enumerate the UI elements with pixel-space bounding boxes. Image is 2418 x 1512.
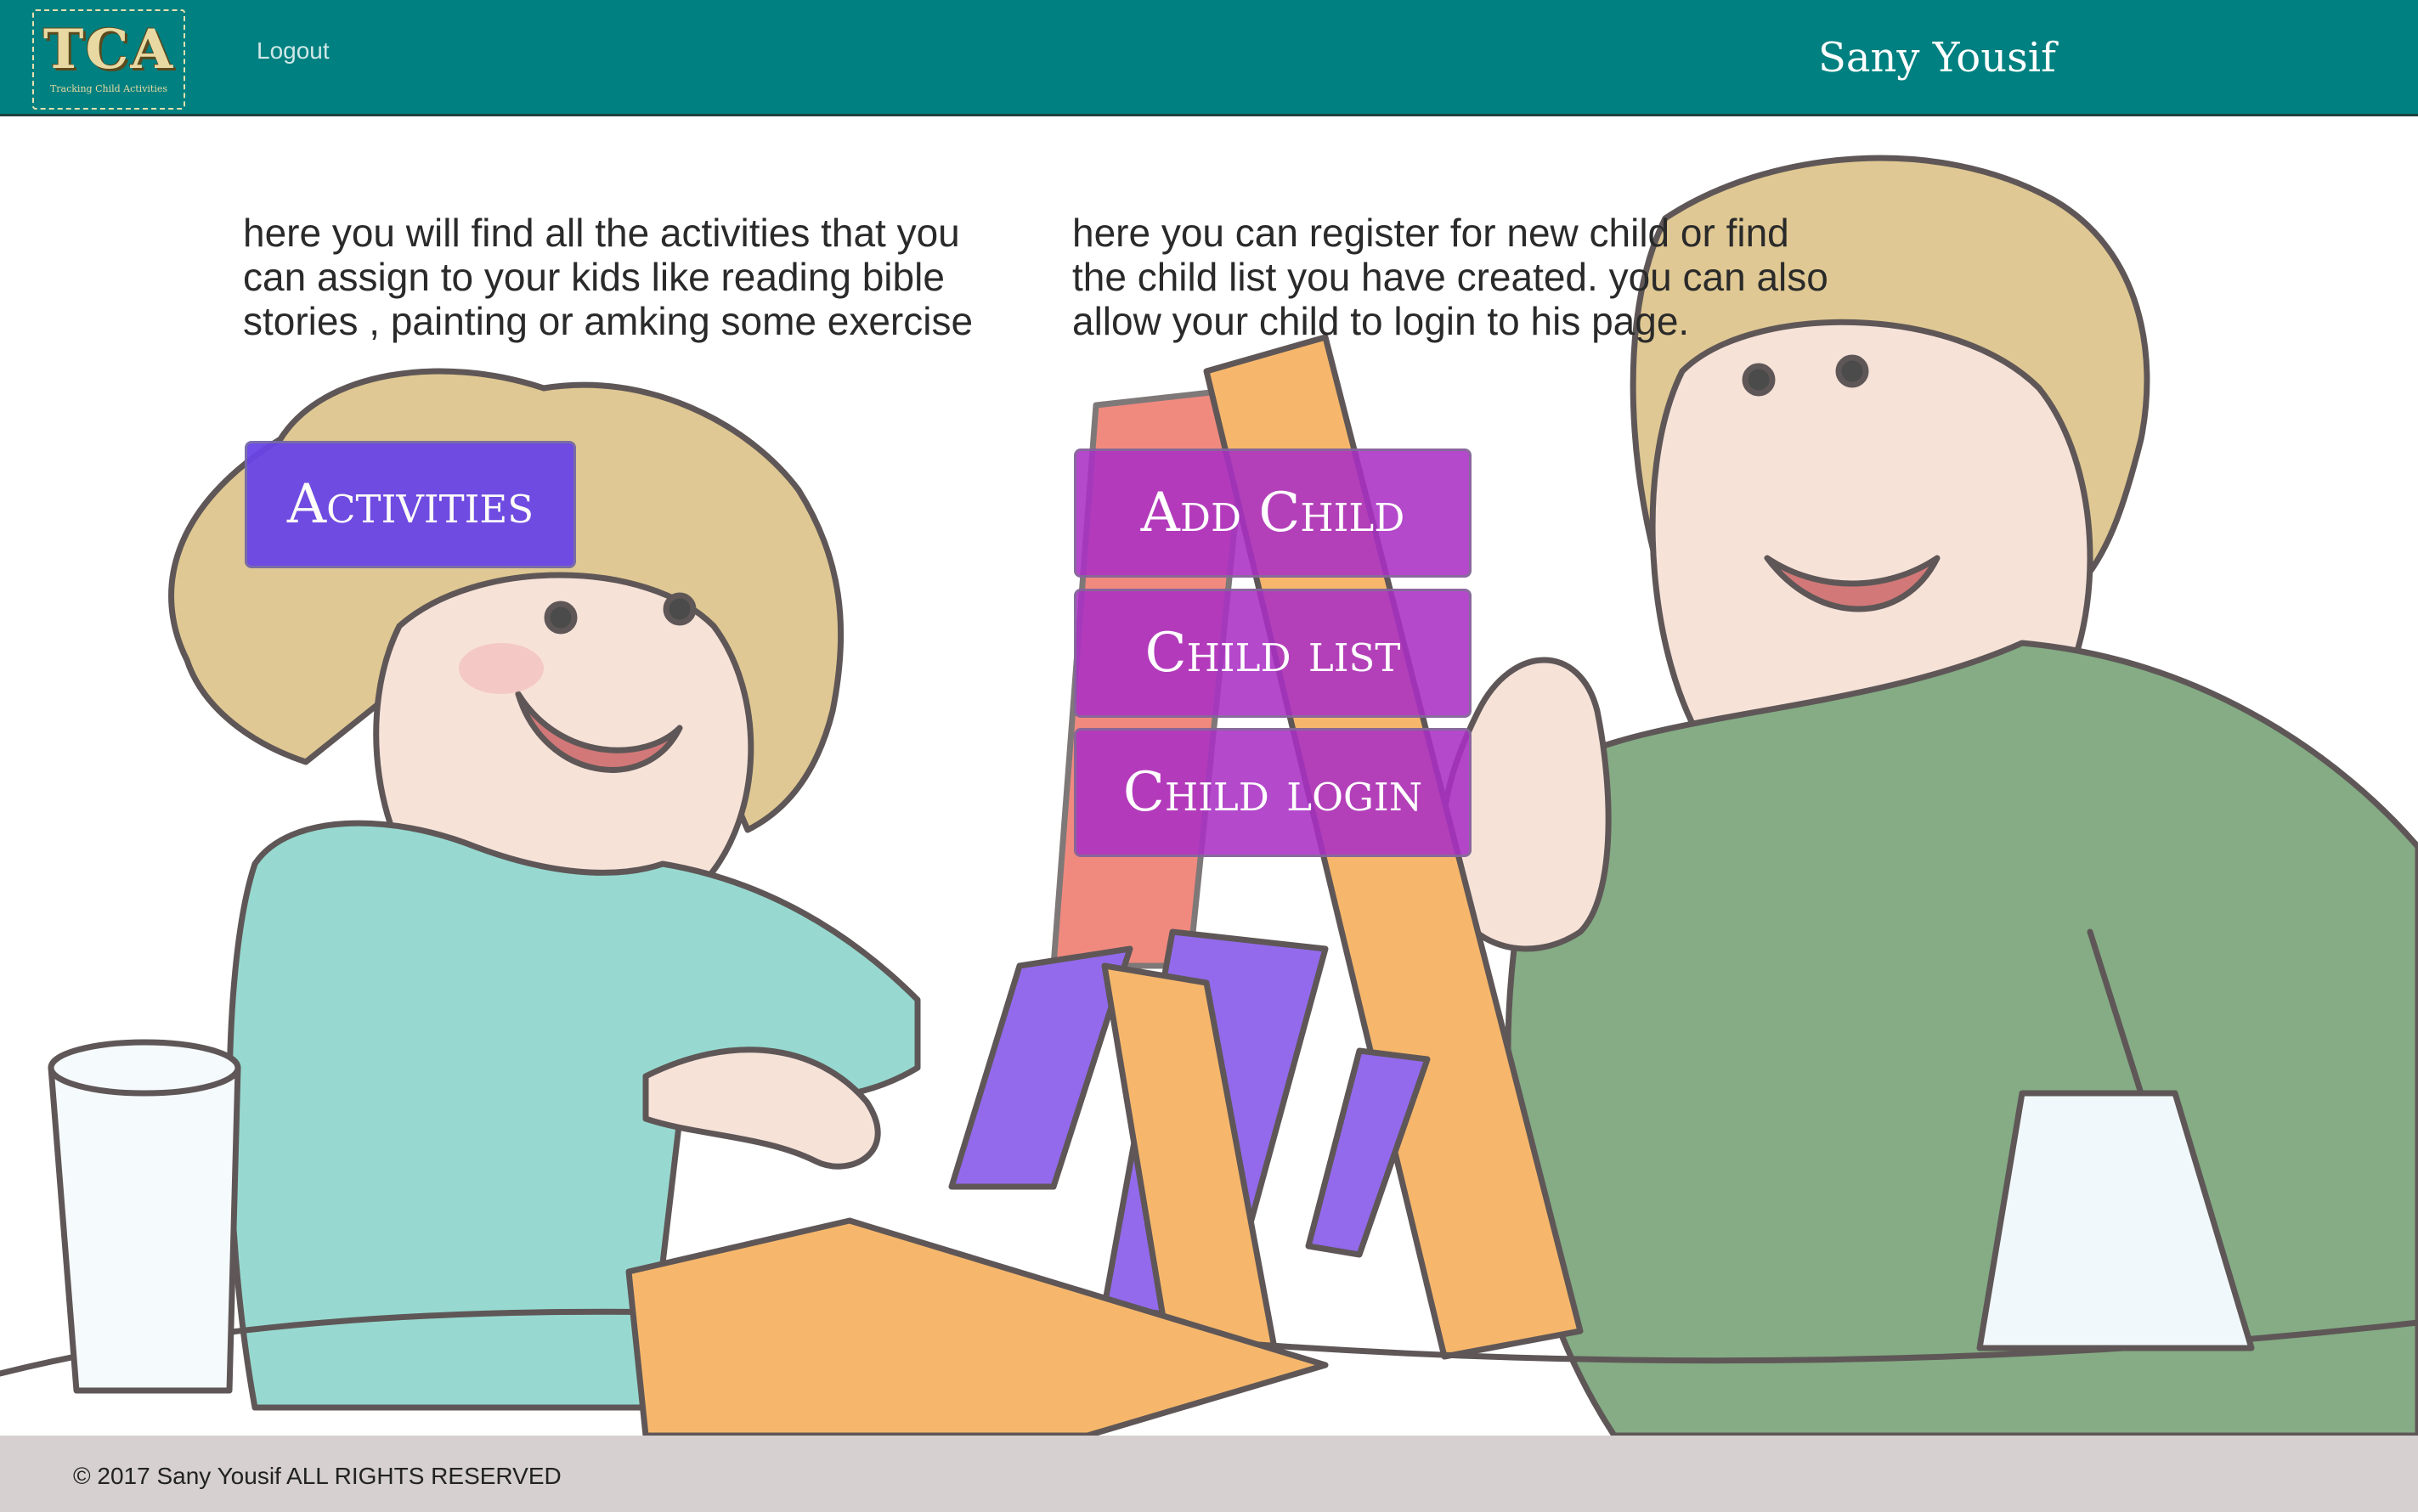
logo-text: TCA bbox=[42, 18, 175, 82]
footer: © 2017 Sany Yousif ALL RIGHTS RESERVED bbox=[0, 1436, 2418, 1512]
child-list-button[interactable]: Child list bbox=[1074, 589, 1472, 718]
activities-button[interactable]: Activities bbox=[245, 441, 576, 568]
tca-logo[interactable]: TCA Tracking Child Activities bbox=[32, 9, 185, 110]
logo-subtitle: Tracking Child Activities bbox=[49, 83, 168, 94]
add-child-button[interactable]: Add Child bbox=[1074, 449, 1472, 578]
activities-description: here you will find all the activities th… bbox=[243, 211, 974, 343]
copyright-text: © 2017 Sany Yousif ALL RIGHTS RESERVED bbox=[73, 1463, 562, 1489]
logout-link[interactable]: Logout bbox=[257, 37, 330, 65]
child-login-button[interactable]: Child login bbox=[1074, 728, 1472, 857]
child-description: here you can register for new child or f… bbox=[1072, 211, 1828, 343]
top-navbar: TCA Tracking Child Activities Logout San… bbox=[0, 0, 2418, 116]
username-label: Sany Yousif bbox=[1818, 34, 2056, 82]
